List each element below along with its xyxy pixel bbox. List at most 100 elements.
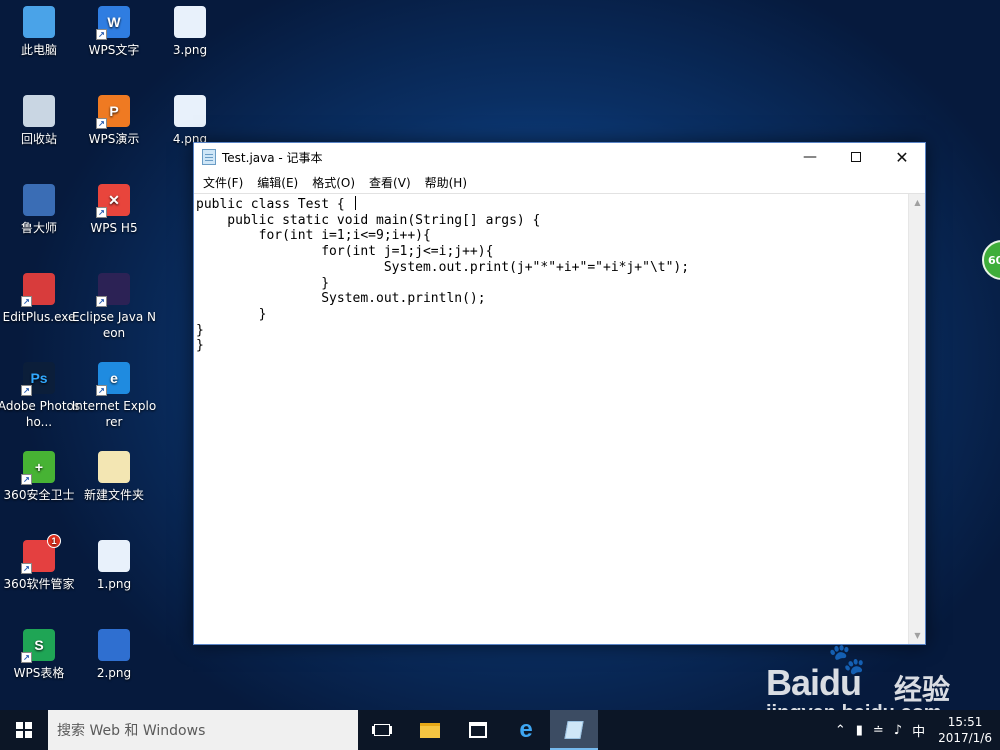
title-bar[interactable]: Test.java - 记事本 — ✕ bbox=[194, 143, 925, 171]
scroll-up-icon[interactable]: ▲ bbox=[909, 194, 926, 211]
ludashi-icon bbox=[23, 184, 55, 216]
desktop-icon[interactable]: ↗ 1 360软件管家 bbox=[0, 534, 82, 592]
clock[interactable]: 15:51 2017/1/6 bbox=[930, 714, 1000, 746]
notepad-icon bbox=[202, 149, 216, 165]
taskbar-notepad[interactable] bbox=[550, 710, 598, 750]
desktop-icon[interactable]: 4.png bbox=[147, 95, 233, 147]
desktop-icon[interactable]: 回收站 bbox=[0, 95, 82, 147]
menu-format[interactable]: 格式(O) bbox=[305, 174, 362, 191]
code-text: public class Test { public static void m… bbox=[196, 196, 690, 354]
editor-content[interactable]: public class Test { public static void m… bbox=[196, 196, 907, 644]
desktop-icon[interactable]: 3.png bbox=[147, 6, 233, 58]
menu-help[interactable]: 帮助(H) bbox=[418, 174, 474, 191]
icon-glyph: + bbox=[34, 459, 44, 475]
task-view-button[interactable] bbox=[358, 710, 406, 750]
menu-view[interactable]: 查看(V) bbox=[362, 174, 418, 191]
desktop-icon[interactable]: + ↗ 360安全卫士 bbox=[0, 451, 82, 503]
shortcut-arrow-icon: ↗ bbox=[21, 296, 32, 307]
image-file-icon bbox=[98, 540, 130, 572]
search-placeholder: 搜索 Web 和 Windows bbox=[57, 723, 206, 739]
clock-date: 2017/1/6 bbox=[938, 731, 992, 745]
desktop-icon[interactable]: 鲁大师 bbox=[0, 184, 82, 236]
shortcut-arrow-icon: ↗ bbox=[21, 474, 32, 485]
computer-icon bbox=[23, 6, 55, 38]
desktop-icon-label: Internet Explorer bbox=[71, 399, 157, 429]
desktop-icon-label: 1.png bbox=[96, 577, 132, 591]
scroll-down-icon[interactable]: ▼ bbox=[909, 627, 926, 644]
edge-icon: e bbox=[519, 716, 533, 743]
desktop-icon-label: WPS表格 bbox=[13, 666, 65, 680]
desktop-icon-label: WPS演示 bbox=[88, 132, 140, 146]
desktop-icon[interactable]: e ↗ Internet Explorer bbox=[71, 362, 157, 430]
desktop-icon[interactable]: ↗ Eclipse Java Neon bbox=[71, 273, 157, 341]
notepad-window: Test.java - 记事本 — ✕ 文件(F) 编辑(E) 格式(O) 查看… bbox=[193, 142, 926, 645]
wps-presentation-icon: P ↗ bbox=[96, 95, 130, 129]
text-caret bbox=[354, 196, 356, 210]
shortcut-arrow-icon: ↗ bbox=[96, 207, 107, 218]
icon-glyph: Ps bbox=[30, 370, 48, 386]
desktop-icon[interactable]: ↗ EditPlus.exe bbox=[0, 273, 82, 325]
taskbar-edge[interactable]: e bbox=[502, 710, 550, 750]
shortcut-arrow-icon: ↗ bbox=[21, 563, 32, 574]
desktop-icon[interactable]: Ps ↗ Adobe Photosho... bbox=[0, 362, 82, 430]
desktop-icon[interactable]: 此电脑 bbox=[0, 6, 82, 58]
minimize-button[interactable]: — bbox=[787, 143, 833, 171]
desktop-icon[interactable]: 新建文件夹 bbox=[71, 451, 157, 503]
close-button[interactable]: ✕ bbox=[879, 143, 925, 171]
desktop-icon[interactable]: 2.png bbox=[71, 629, 157, 681]
desktop-icon-label: 360软件管家 bbox=[3, 577, 75, 591]
notification-badge: 1 bbox=[47, 534, 61, 548]
desktop-icon-label: 2.png bbox=[96, 666, 132, 680]
clock-time: 15:51 bbox=[947, 715, 983, 729]
desktop-icon-label: 回收站 bbox=[20, 132, 57, 146]
icon-glyph: S bbox=[34, 637, 44, 653]
battery-icon[interactable]: ▮ bbox=[851, 723, 868, 738]
taskbar-file-explorer[interactable] bbox=[406, 710, 454, 750]
start-button[interactable] bbox=[0, 710, 48, 750]
menu-edit[interactable]: 编辑(E) bbox=[250, 174, 305, 191]
ime-indicator[interactable]: 中 bbox=[907, 721, 930, 740]
search-box[interactable]: 搜索 Web 和 Windows bbox=[48, 710, 358, 750]
folder-icon bbox=[98, 451, 130, 483]
desktop-icon[interactable]: P ↗ WPS演示 bbox=[71, 95, 157, 147]
desktop-icon-label: Adobe Photosho... bbox=[0, 399, 81, 429]
desktop-icon[interactable]: ✕ ↗ WPS H5 bbox=[71, 184, 157, 236]
photoshop-icon: Ps ↗ bbox=[21, 362, 55, 396]
shortcut-arrow-icon: ↗ bbox=[96, 29, 107, 40]
desktop-icon-label: Eclipse Java Neon bbox=[71, 310, 157, 340]
desktop-icon[interactable]: S ↗ WPS表格 bbox=[0, 629, 82, 681]
wps-writer-icon: W ↗ bbox=[96, 6, 130, 40]
shortcut-arrow-icon: ↗ bbox=[96, 385, 107, 396]
floating-accelerator-ball[interactable]: 60 bbox=[982, 240, 1000, 280]
maximize-button[interactable] bbox=[833, 143, 879, 171]
vertical-scrollbar[interactable]: ▲ ▼ bbox=[908, 194, 925, 644]
ie-icon: e ↗ bbox=[96, 362, 130, 396]
desktop-icon[interactable]: 1.png bbox=[71, 540, 157, 592]
recycle-bin-icon bbox=[23, 95, 55, 127]
windows-logo-icon bbox=[16, 722, 32, 738]
network-icon[interactable]: ≐ bbox=[868, 723, 889, 738]
shortcut-arrow-icon: ↗ bbox=[96, 118, 107, 129]
taskbar: 搜索 Web 和 Windows e ⌃ ▮ ≐ ♪ 中 15:51 2017/… bbox=[0, 710, 1000, 750]
desktop-icon[interactable]: W ↗ WPS文字 bbox=[71, 6, 157, 58]
menu-file[interactable]: 文件(F) bbox=[196, 174, 250, 191]
volume-icon[interactable]: ♪ bbox=[889, 723, 907, 738]
window-title: Test.java - 记事本 bbox=[222, 150, 323, 165]
shortcut-arrow-icon: ↗ bbox=[96, 296, 107, 307]
menu-bar: 文件(F) 编辑(E) 格式(O) 查看(V) 帮助(H) bbox=[194, 171, 925, 193]
desktop-icon-label: 鲁大师 bbox=[20, 221, 57, 235]
store-icon bbox=[469, 722, 487, 738]
show-hidden-icons[interactable]: ⌃ bbox=[830, 723, 851, 738]
icon-glyph: W bbox=[107, 14, 121, 30]
image-file-icon bbox=[174, 95, 206, 127]
desktop-icon-label: 新建文件夹 bbox=[83, 488, 144, 502]
text-editor[interactable]: public class Test { public static void m… bbox=[194, 193, 925, 644]
taskbar-store[interactable] bbox=[454, 710, 502, 750]
360-security-icon: + ↗ bbox=[21, 451, 55, 485]
360-software-icon: ↗ 1 bbox=[21, 534, 61, 574]
desktop-icon-label: EditPlus.exe bbox=[2, 310, 76, 324]
desktop-icon-label: 此电脑 bbox=[20, 43, 57, 57]
icon-glyph: P bbox=[109, 103, 119, 119]
eclipse-icon: ↗ bbox=[96, 273, 130, 307]
desktop-icon-label: 360安全卫士 bbox=[3, 488, 75, 502]
